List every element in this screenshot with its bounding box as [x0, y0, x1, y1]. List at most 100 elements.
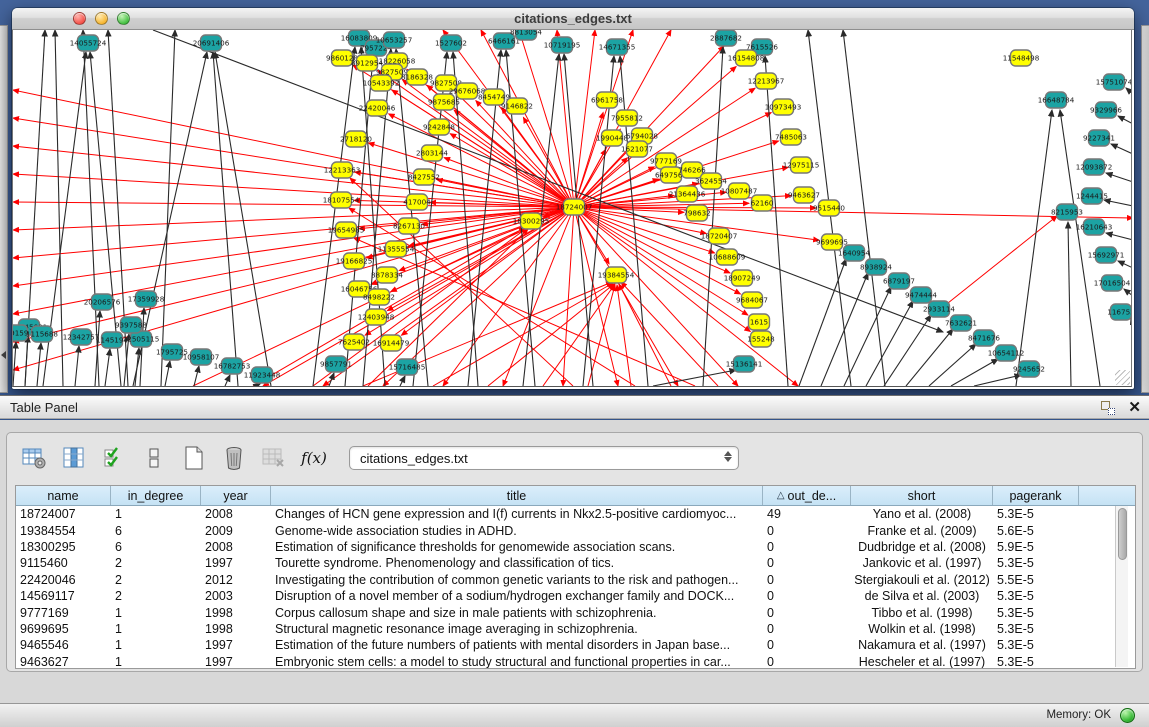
- graph-edge[interactable]: [884, 315, 931, 386]
- graph-edge[interactable]: [653, 370, 736, 386]
- graph-edge[interactable]: [843, 30, 885, 386]
- table-row[interactable]: 969969511998Structural magnetic resonanc…: [16, 621, 1135, 637]
- graph-node[interactable]: 1527602: [435, 35, 467, 51]
- graph-edge[interactable]: [1111, 144, 1132, 154]
- graph-edge[interactable]: [135, 348, 139, 386]
- graph-edge[interactable]: [153, 30, 943, 332]
- graph-node[interactable]: 17016504: [1094, 275, 1131, 291]
- graph-edge[interactable]: [433, 283, 613, 386]
- graph-edge[interactable]: [799, 259, 846, 386]
- graph-edge[interactable]: [563, 207, 574, 386]
- new-column-icon[interactable]: [179, 443, 209, 473]
- graph-node[interactable]: 17359928: [128, 291, 165, 307]
- table-row[interactable]: 1872400712008Changes of HCN gene express…: [16, 506, 1135, 522]
- graph-edge[interactable]: [1104, 200, 1132, 206]
- graph-node[interactable]: 16648784: [1038, 92, 1075, 108]
- graph-edge[interactable]: [974, 375, 1021, 386]
- table-row[interactable]: 2242004622012Investigating the contribut…: [16, 572, 1135, 588]
- column-settings-icon[interactable]: [19, 443, 49, 473]
- graph-node[interactable]: 9684067: [736, 292, 768, 308]
- graph-edge[interactable]: [1106, 233, 1132, 240]
- graph-edge[interactable]: [574, 207, 1132, 218]
- graph-node[interactable]: 7955812: [611, 110, 643, 126]
- graph-node[interactable]: 14055724: [70, 35, 107, 51]
- graph-edge[interactable]: [866, 301, 913, 386]
- graph-edge[interactable]: [13, 207, 574, 258]
- column-header-short[interactable]: short: [851, 486, 993, 505]
- function-builder-icon[interactable]: f(x): [299, 443, 329, 473]
- graph-node[interactable]: 1640954: [838, 245, 870, 261]
- graph-node[interactable]: 10654112: [988, 345, 1025, 361]
- table-row[interactable]: 1830029562008Estimation of significance …: [16, 539, 1135, 555]
- graph-node[interactable]: 9227341: [1083, 130, 1115, 146]
- graph-node[interactable]: 6879197: [883, 273, 915, 289]
- column-header-in_degree[interactable]: in_degree: [111, 486, 201, 505]
- graph-edge[interactable]: [1016, 110, 1052, 386]
- graph-edge[interactable]: [933, 216, 1057, 315]
- table-row[interactable]: 946554611997Estimation of the future num…: [16, 637, 1135, 653]
- graph-node[interactable]: 2803144: [416, 145, 448, 161]
- show-columns-icon[interactable]: [59, 443, 89, 473]
- table-row[interactable]: 946362711997Embryonic stem cells: a mode…: [16, 654, 1135, 669]
- right-panel-splitter[interactable]: [1141, 25, 1149, 393]
- graph-node[interactable]: 7632621: [945, 315, 977, 331]
- scrollbar-thumb[interactable]: [1118, 508, 1127, 560]
- graph-node[interactable]: 15136141: [726, 356, 763, 372]
- graph-node[interactable]: 7485063: [775, 129, 807, 145]
- table-row[interactable]: 911546021997Tourette syndrome. Phenomeno…: [16, 555, 1135, 571]
- close-panel-icon[interactable]: ✕: [1128, 398, 1141, 416]
- graph-node[interactable]: 20691406: [193, 35, 230, 51]
- column-header-year[interactable]: year: [201, 486, 271, 505]
- graph-edge[interactable]: [213, 52, 238, 386]
- graph-node[interactable]: 12213967: [748, 73, 785, 89]
- graph-node[interactable]: 14671355: [599, 39, 636, 55]
- graph-node[interactable]: 11548498: [1003, 50, 1040, 66]
- graph-node[interactable]: 417004: [403, 194, 431, 210]
- graph-node[interactable]: 12093872: [1076, 159, 1113, 175]
- graph-node[interactable]: 798632: [683, 205, 710, 221]
- graph-node[interactable]: 19166825: [336, 253, 373, 269]
- table-row[interactable]: 1938455462009Genome-wide association stu…: [16, 522, 1135, 538]
- float-panel-icon[interactable]: [1101, 401, 1115, 415]
- graph-edge[interactable]: [574, 30, 595, 207]
- graph-node[interactable]: 9463627: [788, 187, 820, 203]
- graph-edge[interactable]: [225, 375, 230, 386]
- column-header-out_de[interactable]: △out_de...: [763, 486, 851, 505]
- table-select-dropdown[interactable]: citations_edges.txt: [349, 446, 739, 470]
- graph-edge[interactable]: [1068, 222, 1071, 386]
- collapse-arrow-icon[interactable]: [1, 351, 6, 359]
- graph-node[interactable]: 20206576: [84, 294, 121, 310]
- row-mode-icon[interactable]: [139, 443, 169, 473]
- graph-edge[interactable]: [617, 285, 631, 386]
- delete-table-icon[interactable]: [259, 443, 289, 473]
- graph-node[interactable]: 62160: [751, 195, 774, 211]
- table-row[interactable]: 977716911998Corpus callosum shape and si…: [16, 604, 1135, 620]
- graph-node[interactable]: 1244415: [1076, 188, 1108, 204]
- graph-node[interactable]: 12975115: [783, 157, 820, 173]
- graph-edge[interactable]: [1106, 173, 1132, 182]
- delete-column-icon[interactable]: [219, 443, 249, 473]
- graph-node[interactable]: 8938924: [860, 259, 892, 275]
- graph-edge[interactable]: [389, 114, 574, 207]
- graph-edge[interactable]: [1131, 318, 1132, 324]
- graph-edge[interactable]: [1118, 116, 1132, 124]
- graph-edge[interactable]: [329, 373, 334, 386]
- graph-edge[interactable]: [906, 329, 953, 386]
- graph-node[interactable]: 8471676: [968, 330, 1000, 346]
- network-window-titlebar[interactable]: citations_edges.txt: [12, 8, 1134, 30]
- graph-edge[interactable]: [13, 342, 16, 386]
- graph-node[interactable]: 9515440: [813, 200, 845, 216]
- graph-edge[interactable]: [1118, 261, 1132, 268]
- column-header-pagerank[interactable]: pagerank: [993, 486, 1079, 505]
- graph-node[interactable]: 12342757: [63, 329, 100, 345]
- graph-node[interactable]: 10688609: [709, 249, 746, 265]
- table-scrollbar[interactable]: [1115, 506, 1128, 667]
- column-header-name[interactable]: name: [16, 486, 111, 505]
- graph-edge[interactable]: [105, 349, 110, 386]
- graph-edge[interactable]: [361, 47, 385, 386]
- graph-edge[interactable]: [13, 146, 574, 207]
- graph-node[interactable]: 9329966: [1090, 102, 1122, 118]
- graph-node[interactable]: 16210643: [1076, 219, 1113, 235]
- column-header-title[interactable]: title: [271, 486, 763, 505]
- graph-edge[interactable]: [25, 336, 28, 386]
